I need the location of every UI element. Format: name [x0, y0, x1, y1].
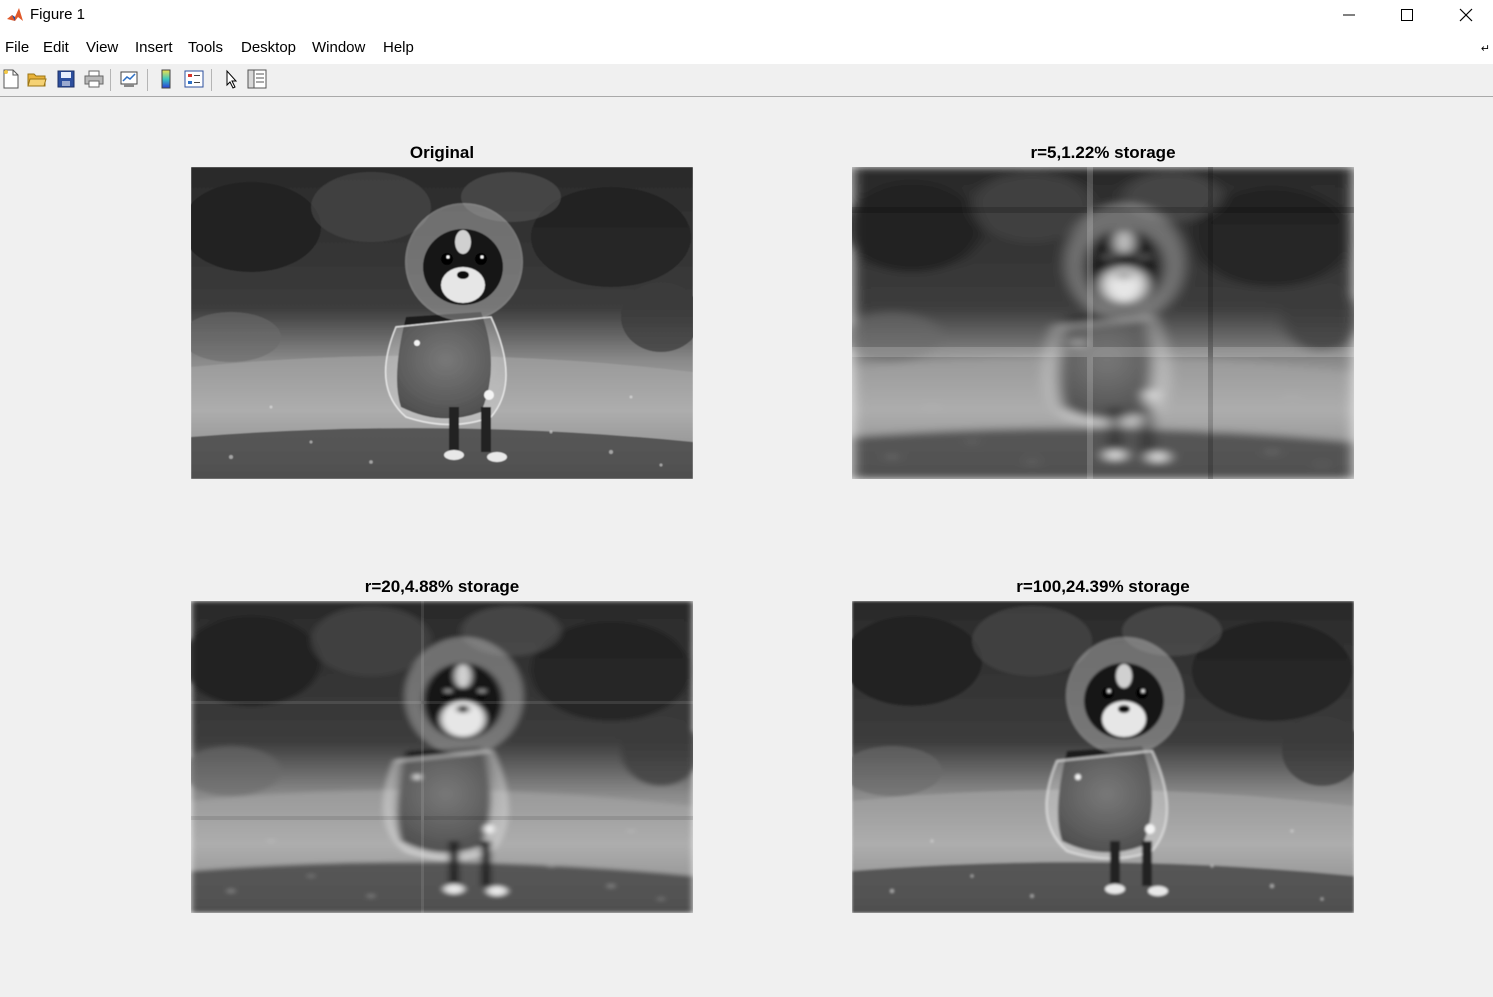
toolbar-separator	[110, 69, 111, 91]
maximize-icon	[1401, 9, 1413, 21]
minimize-button[interactable]	[1326, 0, 1372, 30]
image-rank20[interactable]	[191, 601, 693, 913]
toolbar-separator	[211, 69, 212, 91]
menu-edit[interactable]: Edit	[43, 39, 69, 56]
link-plot-button[interactable]	[118, 68, 140, 90]
minimize-icon	[1343, 14, 1355, 16]
link-plot-icon	[120, 71, 138, 87]
menu-desktop[interactable]: Desktop	[241, 39, 296, 56]
window-title: Figure 1	[30, 6, 86, 23]
subplot-title-rank5: r=5,1.22% storage	[1030, 143, 1176, 162]
toolbar-separator	[147, 69, 148, 91]
subplot-title-original: Original	[409, 143, 475, 162]
subplot-title-rank100: r=100,24.39% storage	[1016, 577, 1190, 596]
print-icon	[84, 70, 104, 88]
maximize-button[interactable]	[1384, 0, 1430, 30]
save-icon	[57, 70, 75, 88]
menu-file[interactable]: File	[5, 39, 29, 56]
menu-tools[interactable]: Tools	[188, 39, 223, 56]
edit-plot-arrow-icon	[226, 69, 238, 89]
insert-colorbar-button[interactable]	[155, 68, 177, 90]
open-file-button[interactable]	[26, 68, 48, 90]
subplot-title-rank20: r=20,4.88% storage	[364, 577, 520, 596]
figure-toolbar	[0, 64, 1493, 97]
save-button[interactable]	[55, 68, 77, 90]
print-button[interactable]	[83, 68, 105, 90]
menu-insert[interactable]: Insert	[135, 39, 173, 56]
edit-plot-button[interactable]	[220, 68, 242, 90]
new-figure-icon	[3, 69, 19, 89]
property-inspector-icon	[247, 69, 267, 89]
insert-colorbar-icon	[161, 69, 171, 89]
image-rank100[interactable]	[852, 601, 1354, 913]
close-button[interactable]	[1443, 0, 1489, 30]
insert-legend-icon	[184, 70, 204, 88]
image-rank5[interactable]	[852, 167, 1354, 479]
matlab-logo-icon	[6, 6, 24, 24]
menu-help[interactable]: Help	[383, 39, 414, 56]
menu-view[interactable]: View	[86, 39, 118, 56]
close-icon	[1459, 8, 1473, 22]
window-titlebar[interactable]: Figure 1	[0, 0, 1493, 30]
open-file-icon	[27, 73, 47, 87]
insert-legend-button[interactable]	[183, 68, 205, 90]
menu-bar: File Edit View Insert Tools Desktop Wind…	[0, 30, 1493, 65]
menu-window[interactable]: Window	[312, 39, 365, 56]
new-figure-button[interactable]	[0, 68, 22, 90]
property-inspector-button[interactable]	[246, 68, 268, 90]
dock-arrow-icon[interactable]: ↵	[1481, 42, 1490, 55]
image-original[interactable]	[191, 167, 693, 479]
